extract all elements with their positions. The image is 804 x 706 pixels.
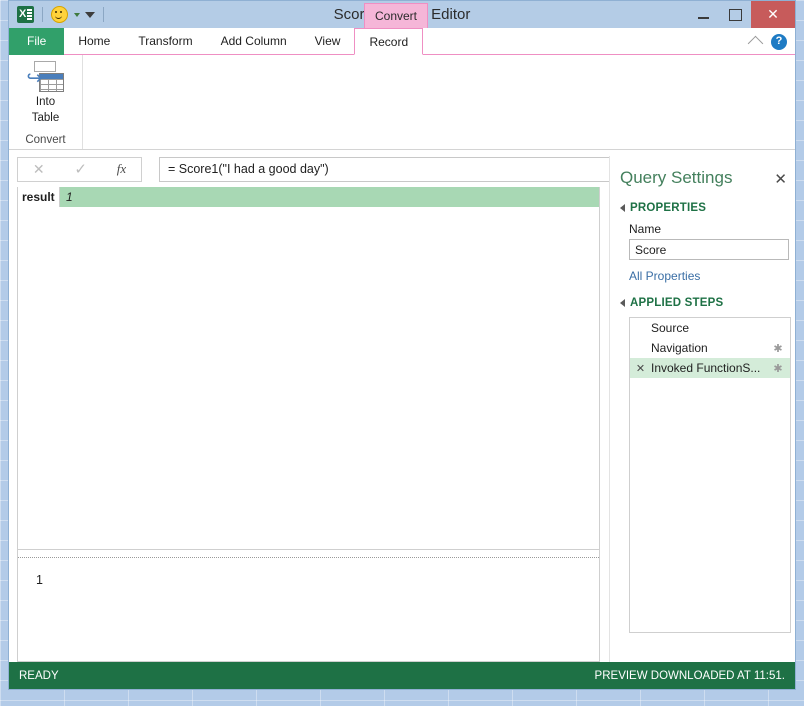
maximize-button[interactable] — [719, 1, 751, 28]
ribbon-right-controls: ? — [747, 28, 787, 55]
into-table-button[interactable]: ↪ Into Table — [26, 61, 66, 125]
applied-steps-section-label: APPLIED STEPS — [630, 297, 724, 309]
query-settings-header: Query Settings ✕ — [620, 156, 787, 188]
insert-function-icon[interactable]: fx — [117, 161, 126, 177]
minimize-button[interactable] — [687, 1, 719, 28]
applied-step-label: Source — [651, 321, 690, 335]
cancel-icon[interactable]: ✕ — [33, 162, 45, 176]
query-settings-panel: Query Settings ✕ PROPERTIES Name Score A… — [609, 156, 795, 662]
qat-customize-icon[interactable] — [85, 11, 95, 18]
into-table-label-line2: Table — [31, 112, 60, 124]
tab-view[interactable]: View — [300, 28, 355, 55]
applied-steps-list: Source Navigation ✱ ✕ Invoked FunctionS.… — [629, 317, 791, 633]
smiley-dropdown-icon[interactable] — [74, 12, 80, 17]
ribbon-group-label-convert: Convert — [25, 134, 66, 146]
minimize-icon — [697, 16, 709, 19]
tab-file[interactable]: File — [9, 28, 65, 55]
properties-section-header[interactable]: PROPERTIES — [620, 202, 787, 214]
status-bar: READY PREVIEW DOWNLOADED AT 11:51. — [9, 662, 795, 689]
close-button[interactable]: ✕ — [751, 1, 795, 28]
window-controls: ✕ — [687, 1, 795, 28]
name-input[interactable]: Score — [629, 239, 789, 260]
quick-access-toolbar — [9, 6, 107, 23]
into-table-icon: ↪ — [26, 61, 66, 93]
value-preview-text: 1 — [36, 573, 43, 587]
applied-step-navigation[interactable]: Navigation ✱ — [630, 338, 790, 358]
close-icon[interactable]: ✕ — [774, 172, 787, 187]
data-preview-pane: result 1 — [17, 187, 600, 550]
tab-record[interactable]: Record — [354, 28, 424, 55]
applied-step-label: Invoked FunctionS... — [651, 361, 761, 375]
query-settings-title: Query Settings — [620, 168, 733, 187]
gear-icon[interactable]: ✱ — [771, 362, 785, 375]
tab-add-column[interactable]: Add Column — [206, 28, 301, 55]
value-preview-pane: 1 — [17, 550, 600, 662]
into-table-arrow-icon: ↪ — [26, 67, 43, 89]
tab-strip-filler — [423, 28, 795, 55]
smiley-face-icon[interactable] — [51, 6, 68, 23]
help-icon[interactable]: ? — [771, 33, 787, 50]
qat-divider — [42, 7, 43, 22]
value-pane-separator — [18, 557, 599, 559]
applied-step-source[interactable]: Source — [630, 318, 790, 338]
status-bar-right-text: PREVIEW DOWNLOADED AT 11:51. — [594, 669, 785, 682]
query-editor-window: Score - Query Editor Convert ✕ File Home… — [8, 0, 796, 690]
excel-icon[interactable] — [17, 6, 34, 23]
expander-triangle-icon-2[interactable] — [620, 299, 625, 307]
contextual-tab-convert[interactable]: Convert — [364, 3, 428, 28]
record-row[interactable]: result 1 — [18, 187, 599, 208]
chevron-up-icon[interactable] — [747, 35, 764, 52]
record-field-value[interactable]: 1 — [60, 187, 599, 207]
properties-section-label: PROPERTIES — [630, 202, 707, 214]
qat-divider-2 — [103, 7, 104, 22]
accept-icon[interactable]: ✓ — [74, 162, 87, 177]
tab-transform[interactable]: Transform — [124, 28, 207, 55]
ribbon-body: ↪ Into Table Convert — [9, 55, 795, 150]
ribbon-tab-strip: File Home Transform Add Column View Reco… — [9, 28, 795, 55]
applied-steps-section-header[interactable]: APPLIED STEPS — [620, 297, 787, 309]
into-table-icon-lines — [39, 79, 63, 91]
title-bar: Score - Query Editor Convert ✕ — [9, 1, 795, 28]
tab-home[interactable]: Home — [64, 28, 125, 55]
expander-triangle-icon[interactable] — [620, 204, 625, 212]
ribbon-group-convert: ↪ Into Table Convert — [9, 55, 83, 149]
all-properties-link[interactable]: All Properties — [629, 269, 787, 283]
maximize-icon — [728, 8, 742, 21]
gear-icon[interactable]: ✱ — [771, 342, 785, 355]
applied-step-invoked-function[interactable]: ✕ Invoked FunctionS... ✱ — [630, 358, 790, 378]
name-field-label: Name — [629, 222, 662, 236]
status-bar-left-text: READY — [19, 669, 59, 682]
delete-step-icon[interactable]: ✕ — [634, 362, 647, 375]
formula-bar-buttons: ✕ ✓ fx — [17, 156, 142, 182]
applied-step-label: Navigation — [651, 341, 708, 355]
close-icon: ✕ — [767, 6, 779, 22]
into-table-label-line1: Into — [35, 96, 56, 108]
record-field-name: result — [18, 187, 60, 207]
